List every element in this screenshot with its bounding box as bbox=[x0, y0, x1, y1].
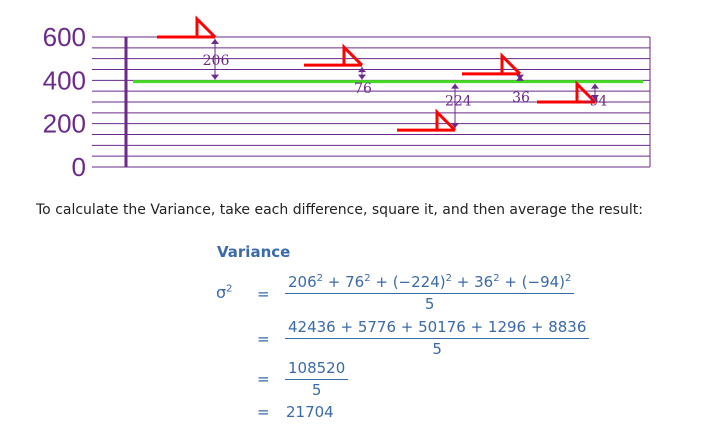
y-tick-label: 200 bbox=[43, 109, 86, 139]
fraction-step-1-numerator: 2062 + 762 + (−224)2 + 362 + (−94)2 bbox=[285, 273, 575, 294]
equals-sign-3: = bbox=[257, 370, 270, 388]
fraction-step-2: 42436 + 5776 + 50176 + 1296 + 8836 5 bbox=[285, 318, 590, 358]
difference-label: 206 bbox=[203, 53, 230, 69]
dog-head bbox=[195, 15, 217, 39]
dog-head bbox=[342, 43, 364, 67]
fraction-step-3: 108520 5 bbox=[285, 359, 349, 399]
fraction-step-2-denominator: 5 bbox=[432, 340, 442, 358]
fraction-step-3-denominator: 5 bbox=[311, 381, 322, 399]
arrow-head-bottom bbox=[516, 74, 524, 80]
difference-label: -224 bbox=[440, 94, 472, 110]
sigma-squared: σ2 bbox=[216, 283, 233, 302]
arrow-head-top bbox=[591, 83, 599, 89]
dog-head bbox=[435, 108, 457, 132]
difference-chart: 600 400 200 0 206 76 -224 36 -94 bbox=[43, 15, 651, 180]
arrow-head-bottom bbox=[358, 74, 366, 80]
arrow-head-top bbox=[451, 83, 459, 89]
y-axis-ticks: 600 400 200 0 bbox=[43, 22, 86, 180]
arrow-head-bottom bbox=[211, 74, 219, 80]
y-tick-label: 0 bbox=[72, 152, 86, 180]
difference-label: 36 bbox=[512, 90, 530, 106]
equals-sign-1: = bbox=[257, 285, 270, 303]
difference-marks: 206 76 -224 36 -94 bbox=[157, 15, 608, 132]
dog-marker bbox=[157, 15, 217, 39]
fraction-step-1-denominator: 5 bbox=[424, 295, 435, 313]
fraction-step-2-numerator: 42436 + 5776 + 50176 + 1296 + 8836 bbox=[285, 318, 590, 339]
arrow-head-top bbox=[211, 39, 219, 44]
dog-marker bbox=[304, 43, 364, 67]
y-tick-label: 600 bbox=[43, 22, 86, 52]
equals-sign-4: = bbox=[257, 403, 270, 421]
fraction-step-3-numerator: 108520 bbox=[285, 359, 349, 380]
fraction-step-1: 2062 + 762 + (−224)2 + 362 + (−94)2 5 bbox=[285, 273, 575, 313]
equals-sign-2: = bbox=[257, 330, 270, 348]
difference-label: -94 bbox=[585, 94, 608, 110]
difference-label: 76 bbox=[354, 81, 372, 97]
y-tick-label: 400 bbox=[43, 65, 86, 95]
dog-marker bbox=[397, 108, 457, 132]
variance-title: Variance bbox=[217, 243, 291, 261]
intro-text: To calculate the Variance, take each dif… bbox=[36, 202, 643, 218]
variance-result: 21704 bbox=[286, 403, 334, 421]
